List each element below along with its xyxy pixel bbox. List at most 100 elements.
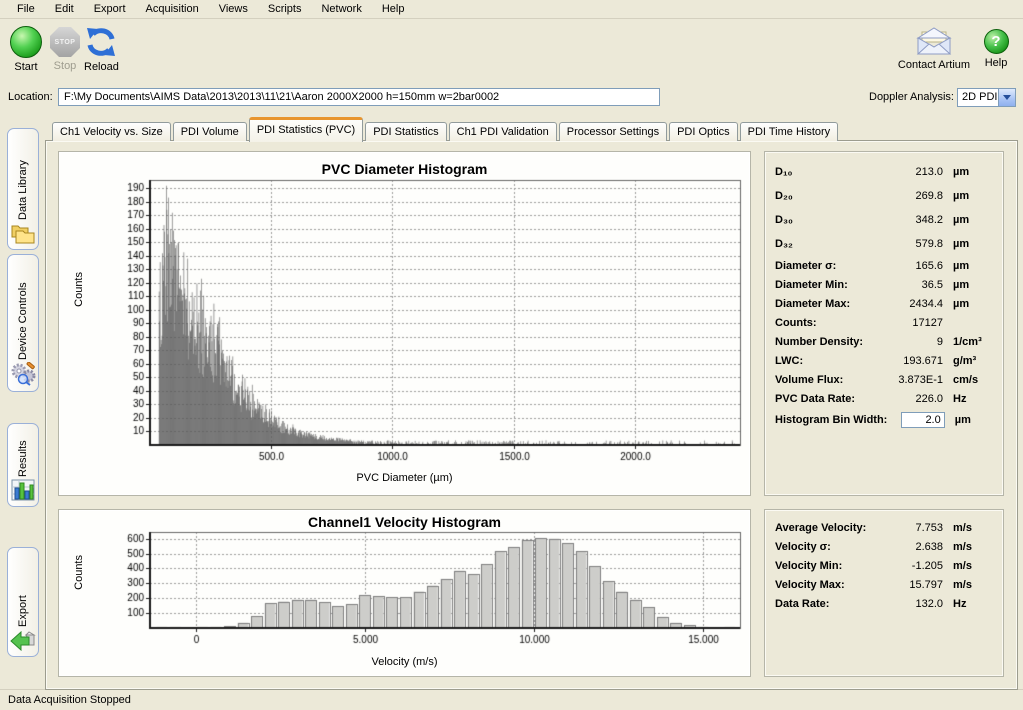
stat-unit: m/s [943,560,993,572]
envelope-icon [915,26,953,56]
stat-label: LWC: [775,355,883,367]
stat-value: 269.8 [883,190,943,202]
tab-strip: Ch1 Velocity vs. Size PDI Volume PDI Sta… [52,116,840,141]
velocity-histogram-canvas [59,510,752,678]
sidebar-item-data-library[interactable]: Data Library [7,128,39,250]
tab-pdi-time-history[interactable]: PDI Time History [740,122,839,141]
stat-unit: µm [945,414,993,426]
stat-unit: Hz [943,393,993,405]
tab-pdi-statistics-pvc[interactable]: PDI Statistics (PVC) [249,117,363,142]
stat-value: 213.0 [883,166,943,178]
menu-export[interactable]: Export [85,2,135,16]
tab-pdi-statistics[interactable]: PDI Statistics [365,122,446,141]
tab-ch1-pdi-validation[interactable]: Ch1 PDI Validation [449,122,557,141]
stat-unit: µm [943,298,993,310]
stat-row-volume-flux: Volume Flux:3.873E-1cm/s [775,370,993,389]
location-row: Location: F:\My Documents\AIMS Data\2013… [0,88,1023,110]
contact-artium-label: Contact Artium [898,59,970,71]
stat-row-diameter-sigma: Diameter σ:165.6µm [775,256,993,275]
stat-row-number-density: Number Density:91/cm³ [775,332,993,351]
menu-acquisition[interactable]: Acquisition [137,2,208,16]
pvc-diameter-histogram-canvas [59,152,752,497]
stat-value: 579.8 [883,238,943,250]
tab-pdi-volume[interactable]: PDI Volume [173,122,247,141]
stat-label: D₂₀ [775,190,883,202]
stop-button[interactable]: STOP Stop [50,26,80,72]
velocity-histogram-panel: Channel1 Velocity Histogram Counts Veloc… [58,509,751,677]
help-button[interactable]: ? Help [978,26,1014,69]
stat-unit: µm [943,214,993,226]
stat-label: Velocity Max: [775,579,883,591]
stat-unit: m/s [943,541,993,553]
location-label: Location: [8,91,53,103]
reload-button[interactable]: Reload [84,26,119,73]
menu-bar: File Edit Export Acquisition Views Scrip… [0,0,1023,19]
help-icon: ? [984,29,1009,54]
stat-row-data-rate: Data Rate:132.0Hz [775,594,993,613]
start-button[interactable]: Start [10,26,42,73]
start-label: Start [14,61,37,73]
stat-label: Velocity σ: [775,541,883,553]
menu-file[interactable]: File [8,2,44,16]
doppler-analysis-label: Doppler Analysis: [869,91,954,103]
stat-label: Number Density: [775,336,883,348]
location-field[interactable]: F:\My Documents\AIMS Data\2013\2013\11\2… [58,88,660,106]
sidebar-item-device-controls[interactable]: Device Controls [7,254,39,392]
pvc-chart-xlabel: PVC Diameter (µm) [59,472,750,484]
device-controls-label: Device Controls [17,255,29,362]
folders-icon [10,222,36,244]
tab-pdi-optics[interactable]: PDI Optics [669,122,738,141]
doppler-analysis-select[interactable]: 2D PDI [957,88,1016,107]
histogram-bin-width-input[interactable] [901,412,945,428]
stat-value: 165.6 [883,260,943,272]
combo-dropdown-button[interactable] [998,89,1015,106]
stat-value: 7.753 [883,522,943,534]
stat-label: Data Rate: [775,598,883,610]
doppler-analysis-value: 2D PDI [958,89,998,106]
stat-value: 226.0 [883,393,943,405]
gears-icon [10,362,36,386]
stat-label: D₁₀ [775,166,883,178]
tab-content-frame: PVC Diameter Histogram Counts PVC Diamet… [45,140,1018,690]
sidebar-item-export[interactable]: Export [7,547,39,657]
stat-unit: µm [943,260,993,272]
stop-glyph: STOP [55,39,76,46]
stat-value: 348.2 [883,214,943,226]
menu-scripts[interactable]: Scripts [259,2,311,16]
stat-label: D₃₀ [775,214,883,226]
menu-edit[interactable]: Edit [46,2,83,16]
sidebar-item-results[interactable]: Results [7,423,39,507]
export-label: Export [17,548,29,629]
status-text: Data Acquisition Stopped [8,694,131,706]
tab-ch1-velocity-vs-size[interactable]: Ch1 Velocity vs. Size [52,122,171,141]
velocity-stats-panel: Average Velocity:7.753m/s Velocity σ:2.6… [764,509,1004,677]
stat-label: Counts: [775,317,883,329]
results-label: Results [17,424,29,479]
tab-processor-settings[interactable]: Processor Settings [559,122,667,141]
stop-icon: STOP [50,27,80,57]
menu-network[interactable]: Network [312,2,370,16]
reload-icon [84,26,118,58]
stat-label: Diameter Max: [775,298,883,310]
stat-label: PVC Data Rate: [775,393,883,405]
stat-row-pvc-data-rate: PVC Data Rate:226.0Hz [775,389,993,408]
stat-unit: µm [943,238,993,250]
stat-label: Diameter Min: [775,279,883,291]
stat-unit: µm [943,279,993,291]
reload-label: Reload [84,61,119,73]
stat-value: 17127 [883,317,943,329]
stat-unit: g/m³ [943,355,993,367]
stat-row-velocity-max: Velocity Max:15.797m/s [775,575,993,594]
menu-views[interactable]: Views [210,2,257,16]
velocity-chart-xlabel: Velocity (m/s) [59,656,750,668]
contact-artium-button[interactable]: Contact Artium [896,26,972,71]
stat-label: Diameter σ: [775,260,883,272]
stat-value: 193.671 [883,355,943,367]
menu-help[interactable]: Help [373,2,414,16]
stat-value: 2434.4 [883,298,943,310]
stat-value: 36.5 [883,279,943,291]
stat-unit: µm [943,166,993,178]
stat-row-velocity-sigma: Velocity σ:2.638m/s [775,537,993,556]
stat-label: Average Velocity: [775,522,883,534]
stat-value: 132.0 [883,598,943,610]
